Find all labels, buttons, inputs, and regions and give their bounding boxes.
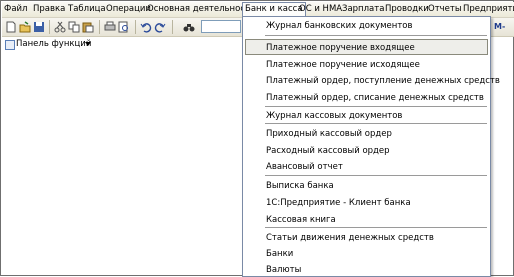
dropdown-item-cash-book[interactable]: Кассовая книга xyxy=(243,213,490,226)
toolbar-separator xyxy=(172,20,173,34)
menu-reports[interactable]: Отчеты xyxy=(428,4,462,14)
paste-icon[interactable] xyxy=(82,21,94,33)
dropdown-item-payment-receipt[interactable]: Платежный ордер, поступление денежных ср… xyxy=(243,74,500,87)
dropdown-item-cash-flow-items[interactable]: Статьи движения денежных средств xyxy=(243,231,490,244)
function-panel-button[interactable]: Панель функций xyxy=(2,37,242,51)
print-icon[interactable] xyxy=(104,21,116,33)
save-icon[interactable] xyxy=(33,21,45,33)
dropdown-item-client-bank[interactable]: 1С:Предприятие - Клиент банка xyxy=(243,196,490,209)
menu-salary[interactable]: Зарплата xyxy=(342,4,384,14)
cut-icon[interactable] xyxy=(54,21,66,33)
dropdown-separator xyxy=(265,175,487,176)
app-window: Файл Правка Таблица Операции Основная де… xyxy=(0,0,514,277)
dropdown-item-payment-writeoff[interactable]: Платежный ордер, списание денежных средс… xyxy=(243,91,490,104)
dropdown-separator xyxy=(265,227,487,228)
dropdown-item-banks[interactable]: Банки xyxy=(243,247,490,260)
menu-fixed-assets[interactable]: ОС и НМА xyxy=(299,4,342,14)
menu-bank-and-cash[interactable]: Банк и касса xyxy=(242,2,306,16)
binoculars-icon[interactable] xyxy=(183,21,195,33)
dropdown-separator xyxy=(265,106,487,107)
dropdown-item-bank-statement[interactable]: Выписка банка xyxy=(243,179,490,192)
dropdown-item-cash-receipt-order[interactable]: Приходный кассовый ордер xyxy=(243,127,490,140)
dropdown-item-label: Кассовая книга xyxy=(266,215,336,225)
dropdown-item-label: Расходный кассовый ордер xyxy=(266,146,390,156)
dropdown-item-cash-expense-order[interactable]: Расходный кассовый ордер xyxy=(243,144,490,157)
menu-operations[interactable]: Операции xyxy=(106,4,151,14)
dropdown-item-label: Выписка банка xyxy=(266,181,334,191)
bank-and-cash-dropdown: Журнал банковских документов Платежное п… xyxy=(242,16,500,277)
dropdown-item-incoming-payment-order[interactable]: Платежное поручение входящее xyxy=(243,39,490,55)
dropdown-item-cash-documents-journal[interactable]: Журнал кассовых документов xyxy=(243,109,490,122)
new-document-icon[interactable] xyxy=(5,21,17,33)
print-preview-icon[interactable] xyxy=(118,21,130,33)
dropdown-item-label: Статьи движения денежных средств xyxy=(266,233,434,243)
menu-edit[interactable]: Правка xyxy=(33,4,65,14)
menu-main-activity[interactable]: Основная деятельность xyxy=(147,4,255,14)
redo-icon[interactable] xyxy=(154,21,166,33)
toolbar-separator xyxy=(135,20,136,34)
function-panel-label: Панель функций xyxy=(16,39,92,49)
dropdown-item-advance-report[interactable]: Авансовый отчет xyxy=(243,160,490,173)
dropdown-item-label: Валюты xyxy=(266,265,302,275)
dropdown-separator xyxy=(265,35,487,36)
undo-icon[interactable] xyxy=(140,21,152,33)
dropdown-item-label: Платежное поручение входящее xyxy=(266,43,415,53)
menu-enterprise[interactable]: Предприятие xyxy=(463,4,514,14)
dropdown-item-label: Журнал банковских документов xyxy=(266,21,413,31)
dropdown-separator xyxy=(265,123,487,124)
open-folder-icon[interactable] xyxy=(19,21,31,33)
toolbar-separator xyxy=(49,20,50,34)
dropdown-item-bank-documents-journal[interactable]: Журнал банковских документов xyxy=(243,19,490,32)
dropdown-item-label: 1С:Предприятие - Клиент банка xyxy=(266,198,411,208)
dropdown-item-label: Приходный кассовый ордер xyxy=(266,129,392,139)
dropdown-item-outgoing-payment-order[interactable]: Платежное поручение исходящее xyxy=(243,58,490,71)
menu-file[interactable]: Файл xyxy=(4,4,27,14)
dropdown-item-label: Банки xyxy=(266,249,294,259)
search-input[interactable] xyxy=(201,20,241,33)
dropdown-item-label: Платежный ордер, списание денежных средс… xyxy=(266,93,484,103)
dropdown-item-label: Платежный ордер, поступление денежных ср… xyxy=(266,76,500,86)
dropdown-item-label: Авансовый отчет xyxy=(266,162,343,172)
m-minus-button[interactable]: M- xyxy=(494,22,505,31)
dropdown-item-currencies[interactable]: Валюты xyxy=(243,263,490,276)
function-panel-icon xyxy=(5,40,15,50)
menu-postings[interactable]: Проводки xyxy=(385,4,429,14)
toolbar-separator xyxy=(99,20,100,34)
menu-table[interactable]: Таблица xyxy=(68,4,106,14)
dropdown-item-label: Журнал кассовых документов xyxy=(266,111,403,121)
dropdown-item-label: Платежное поручение исходящее xyxy=(266,60,420,70)
copy-icon[interactable] xyxy=(68,21,80,33)
chevron-down-icon[interactable] xyxy=(85,42,91,46)
